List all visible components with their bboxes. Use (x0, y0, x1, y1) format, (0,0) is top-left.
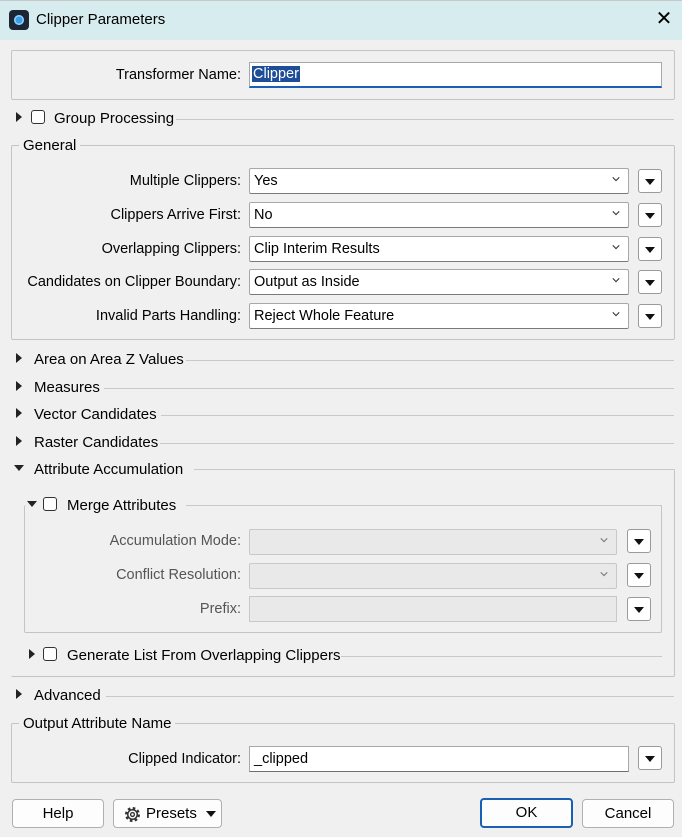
conflict-resolution-select[interactable] (249, 563, 617, 589)
attribute-accumulation-section[interactable]: Attribute Accumulation (34, 461, 183, 478)
transformer-name-value: Clipper (252, 66, 300, 82)
overlapping-clippers-value: Clip Interim Results (254, 241, 380, 257)
chevron-down-icon (612, 312, 620, 317)
group-processing-checkbox[interactable] (31, 110, 45, 124)
expand-arrow-icon[interactable] (16, 381, 22, 391)
multiple-clippers-select[interactable]: Yes (249, 168, 629, 194)
expand-arrow-icon[interactable] (16, 436, 22, 446)
clipped-indicator-label: Clipped Indicator: (128, 751, 241, 767)
overlapping-clippers-label: Overlapping Clippers: (101, 241, 241, 257)
window-title: Clipper Parameters (36, 11, 166, 28)
chevron-down-icon (612, 211, 620, 216)
fme-app-icon (9, 10, 29, 30)
invalid-parts-menu-button[interactable] (638, 304, 662, 328)
divider (186, 360, 674, 361)
clipped-indicator-input[interactable]: _clipped (249, 746, 629, 772)
chevron-down-icon (600, 538, 608, 543)
presets-button[interactable]: Presets (113, 799, 222, 828)
collapse-arrow-icon[interactable] (27, 501, 37, 507)
invalid-parts-value: Reject Whole Feature (254, 308, 395, 324)
output-attribute-legend: Output Attribute Name (19, 715, 176, 732)
divider (161, 415, 674, 416)
conflict-resolution-label: Conflict Resolution: (116, 567, 241, 583)
expand-arrow-icon[interactable] (16, 689, 22, 699)
candidates-on-boundary-label: Candidates on Clipper Boundary: (27, 274, 241, 290)
clippers-arrive-first-value: No (254, 207, 273, 223)
divider (106, 696, 674, 697)
expand-arrow-icon[interactable] (16, 112, 22, 122)
gear-icon (124, 806, 141, 823)
expand-arrow-icon[interactable] (29, 649, 35, 659)
accumulation-mode-menu-button[interactable] (627, 529, 651, 553)
multiple-clippers-menu-button[interactable] (638, 169, 662, 193)
divider (194, 469, 675, 470)
generate-list-label: Generate List From Overlapping Clippers (67, 647, 341, 664)
close-icon[interactable]: ✕ (654, 8, 674, 30)
clippers-arrive-first-menu-button[interactable] (638, 203, 662, 227)
help-button[interactable]: Help (12, 799, 104, 828)
candidates-on-boundary-menu-button[interactable] (638, 270, 662, 294)
multiple-clippers-value: Yes (254, 173, 278, 189)
overlapping-clippers-menu-button[interactable] (638, 237, 662, 261)
dropdown-arrow-icon (206, 811, 216, 817)
prefix-label: Prefix: (199, 601, 241, 617)
candidates-on-boundary-select[interactable]: Output as Inside (249, 269, 629, 295)
area-on-area-z-section[interactable]: Area on Area Z Values (34, 351, 184, 368)
clipped-indicator-menu-button[interactable] (638, 746, 662, 770)
divider (160, 443, 674, 444)
overlapping-clippers-select[interactable]: Clip Interim Results (249, 236, 629, 262)
merge-attributes-label: Merge Attributes (67, 497, 177, 514)
transformer-name-label: Transformer Name: (115, 67, 241, 83)
candidates-on-boundary-value: Output as Inside (254, 274, 360, 290)
cancel-button[interactable]: Cancel (582, 799, 674, 828)
chevron-down-icon (612, 245, 620, 250)
vector-candidates-section[interactable]: Vector Candidates (34, 406, 157, 423)
collapse-arrow-icon[interactable] (14, 465, 24, 471)
invalid-parts-label: Invalid Parts Handling: (95, 308, 241, 324)
conflict-resolution-menu-button[interactable] (627, 563, 651, 587)
ok-button[interactable]: OK (480, 798, 573, 828)
accumulation-mode-select[interactable] (249, 529, 617, 555)
expand-arrow-icon[interactable] (16, 408, 22, 418)
invalid-parts-select[interactable]: Reject Whole Feature (249, 303, 629, 329)
accumulation-mode-label: Accumulation Mode: (109, 533, 241, 549)
presets-label: Presets (146, 805, 197, 822)
clippers-arrive-first-label: Clippers Arrive First: (110, 207, 241, 223)
divider (104, 388, 674, 389)
clippers-arrive-first-select[interactable]: No (249, 202, 629, 228)
group-processing-label: Group Processing (54, 110, 175, 127)
merge-attributes-checkbox[interactable] (43, 497, 57, 511)
chevron-down-icon (612, 278, 620, 283)
generate-list-checkbox[interactable] (43, 647, 57, 661)
chevron-down-icon (600, 572, 608, 577)
prefix-menu-button[interactable] (627, 597, 651, 621)
general-legend: General (19, 137, 81, 154)
raster-candidates-section[interactable]: Raster Candidates (34, 434, 158, 451)
transformer-name-input[interactable]: Clipper (249, 62, 662, 88)
divider (176, 119, 674, 120)
divider (341, 656, 662, 657)
clipped-indicator-value: _clipped (254, 751, 309, 767)
measures-section[interactable]: Measures (34, 379, 100, 396)
advanced-section[interactable]: Advanced (34, 687, 101, 704)
multiple-clippers-label: Multiple Clippers: (129, 173, 241, 189)
expand-arrow-icon[interactable] (16, 353, 22, 363)
chevron-down-icon (612, 177, 620, 182)
prefix-input[interactable] (249, 596, 617, 622)
divider (186, 505, 662, 506)
